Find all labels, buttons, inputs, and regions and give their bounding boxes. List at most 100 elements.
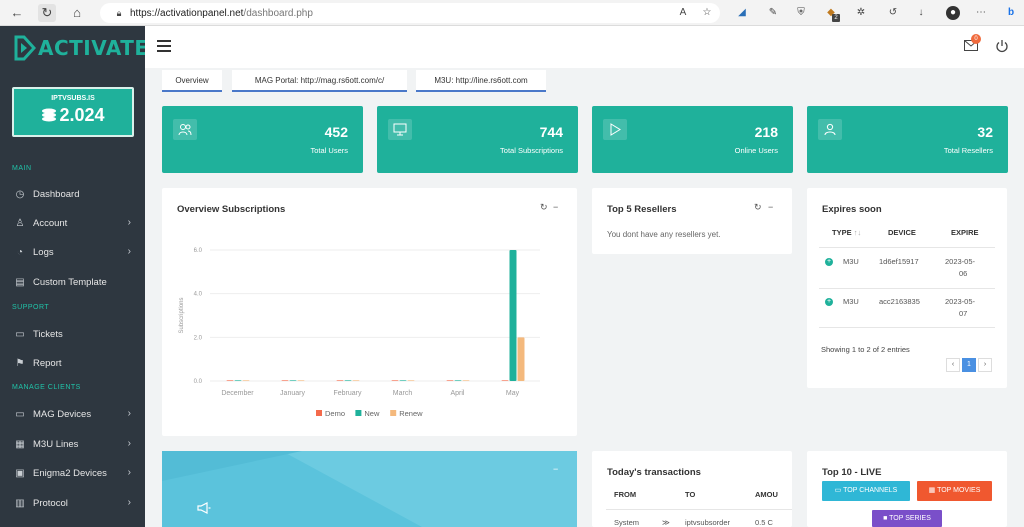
- transactions-panel: Today's transactions FROM TO AMOU System…: [592, 451, 792, 527]
- stat-value: 218: [754, 124, 778, 140]
- entries-info: Showing 1 to 2 of 2 entries: [821, 345, 910, 354]
- cell-expire: 2023-05-: [945, 257, 976, 266]
- tab-overview[interactable]: Overview: [162, 70, 222, 92]
- extension-badge: 2: [832, 14, 840, 22]
- balance-amount: 2.024: [59, 105, 105, 125]
- bar-demo: [446, 380, 454, 381]
- y-tick-label: 4.0: [194, 292, 203, 298]
- refresh-icon[interactable]: ↻: [754, 202, 762, 213]
- chevron-right-icon: ›: [127, 408, 131, 419]
- back-icon[interactable]: ←: [8, 4, 26, 22]
- extension-icon[interactable]: ✎: [766, 6, 780, 20]
- chevron-right-icon: ›: [127, 217, 131, 228]
- chevron-right-icon: ›: [127, 467, 131, 478]
- sidebar-item-logs[interactable]: ◔ Logs ›: [0, 239, 145, 267]
- bar-new: [399, 380, 407, 381]
- favorite-star-icon[interactable]: ☆: [700, 6, 714, 20]
- users-icon: [173, 119, 197, 140]
- coins-icon: [42, 108, 57, 122]
- column-header-type[interactable]: TYPE ↑↓: [832, 228, 861, 237]
- sidebar-item-report[interactable]: ⚑ Report: [0, 350, 145, 378]
- user-icon: [818, 119, 842, 140]
- section-support: SUPPORT: [12, 304, 50, 311]
- panel-title: Expires soon: [822, 204, 882, 215]
- column-header-device[interactable]: DEVICE: [888, 228, 916, 237]
- button-label: TOP MOVIES: [937, 487, 981, 494]
- transfer-arrow-icon: ≫: [662, 518, 670, 527]
- top-series-button[interactable]: ■ TOP SERIES: [872, 510, 942, 527]
- tab-label: Overview: [175, 76, 209, 85]
- more-icon[interactable]: ⋯: [974, 6, 988, 20]
- download-icon[interactable]: ↓: [914, 6, 928, 20]
- sidebar-item-dashboard[interactable]: ◷ Dashboard: [0, 181, 145, 209]
- tab-mag-portal[interactable]: MAG Portal: http://mag.rs6ott.com/c/: [232, 70, 407, 92]
- bar-demo: [226, 380, 234, 381]
- lock-icon[interactable]: 🔒︎: [110, 4, 128, 22]
- reload-icon[interactable]: ↻: [38, 4, 56, 22]
- x-tick-label: December: [221, 390, 254, 397]
- sidebar-item-custom-template[interactable]: ▤ Custom Template: [0, 269, 145, 297]
- bar-new: [454, 380, 462, 381]
- button-label: TOP CHANNELS: [843, 487, 898, 494]
- extension-icon[interactable]: ◢: [735, 6, 749, 20]
- sidebar: ACTIVATE IPTVSUBS.IS 2.024 MAIN ◷ Dashbo…: [0, 26, 148, 527]
- sidebar-item-enigma2-devices[interactable]: ▣ Enigma2 Devices ›: [0, 460, 145, 488]
- expand-row-icon[interactable]: +: [825, 298, 833, 306]
- pagination-next[interactable]: ›: [978, 358, 992, 372]
- cell-expire: 2023-05-: [945, 297, 976, 306]
- play-icon: [603, 119, 627, 140]
- column-header-to[interactable]: TO: [685, 490, 695, 499]
- stat-label: Online Users: [734, 146, 778, 155]
- column-label: TYPE: [832, 228, 852, 237]
- sidebar-item-protocol[interactable]: ▥ Protocol ›: [0, 490, 145, 518]
- brand-logo[interactable]: ACTIVATE: [0, 26, 148, 68]
- url-text[interactable]: https://activationpanel.net/dashboard.ph…: [130, 8, 313, 19]
- top-header: 0: [145, 26, 1024, 68]
- cell-to: iptvsubsorder: [685, 518, 731, 527]
- bar-renew: [462, 380, 470, 381]
- column-header-amount[interactable]: AMOU: [755, 490, 778, 499]
- menu-toggle-icon[interactable]: [157, 40, 171, 52]
- sort-icon[interactable]: ↑↓: [854, 228, 862, 237]
- collapse-icon[interactable]: −: [768, 202, 773, 212]
- bing-icon[interactable]: b: [1004, 6, 1018, 20]
- cell-expire-day: 06: [959, 269, 968, 278]
- shield-extension-icon[interactable]: ⛨: [794, 6, 808, 20]
- puzzle-icon[interactable]: ✲: [854, 6, 868, 20]
- column-header-expire[interactable]: EXPIRE: [951, 228, 979, 237]
- home-icon[interactable]: ⌂: [68, 4, 86, 22]
- history-icon[interactable]: ↺: [886, 6, 900, 20]
- collapse-icon[interactable]: −: [553, 464, 558, 474]
- top-movies-button[interactable]: ▦ TOP MOVIES: [917, 481, 992, 501]
- bar-new: [289, 380, 297, 381]
- column-header-from[interactable]: FROM: [614, 490, 636, 499]
- profile-avatar[interactable]: ●: [946, 6, 960, 20]
- sidebar-item-tickets[interactable]: ▭ Tickets: [0, 321, 145, 349]
- button-label: TOP SERIES: [889, 515, 931, 522]
- url-host: https://activationpanel.net: [130, 8, 244, 19]
- tab-label: MAG Portal: http://mag.rs6ott.com/c/: [254, 76, 385, 85]
- sidebar-item-label: Enigma2 Devices: [33, 468, 107, 479]
- stat-card-total-resellers: 32 Total Resellers: [807, 106, 1008, 173]
- power-icon[interactable]: [995, 39, 1009, 53]
- legend-label: Renew: [399, 409, 423, 418]
- banner-decoration: [162, 451, 577, 527]
- tab-m3u[interactable]: M3U: http://line.rs6ott.com: [416, 70, 546, 92]
- stat-value: 452: [324, 124, 348, 140]
- panel-title: Top 5 Resellers: [607, 204, 677, 215]
- section-main: MAIN: [12, 165, 32, 172]
- expand-row-icon[interactable]: +: [825, 258, 833, 266]
- bar-new: [344, 380, 352, 381]
- legend-label: New: [364, 409, 380, 418]
- empty-message: You dont have any resellers yet.: [607, 230, 721, 239]
- browser-toolbar: ← ↻ ⌂ 🔒︎ https://activationpanel.net/das…: [0, 0, 1024, 26]
- pagination-page[interactable]: 1: [962, 358, 976, 372]
- legend-swatch: [390, 410, 397, 416]
- cell-device: 1d6ef15917: [879, 257, 919, 266]
- sidebar-item-account[interactable]: ♙ Account ›: [0, 210, 145, 238]
- sidebar-item-m3u-lines[interactable]: ▦ M3U Lines ›: [0, 431, 145, 459]
- read-aloud-icon[interactable]: A: [676, 6, 690, 20]
- top-channels-button[interactable]: ▭ TOP CHANNELS: [822, 481, 910, 501]
- pagination-prev[interactable]: ‹: [946, 358, 960, 372]
- sidebar-item-mag-devices[interactable]: ▭ MAG Devices ›: [0, 401, 145, 429]
